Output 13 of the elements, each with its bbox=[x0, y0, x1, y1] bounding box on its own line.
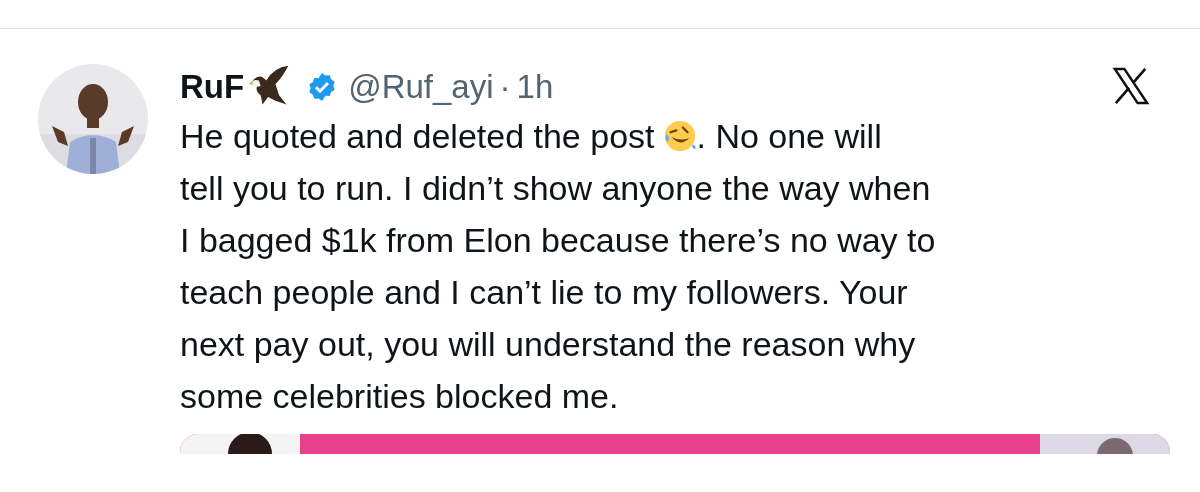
post-text: some celebrities blocked me. bbox=[180, 376, 619, 417]
author-handle: @Ruf_ayi bbox=[348, 68, 494, 106]
post-text: teach people and I can’t lie to my followers. Your bbox=[180, 272, 908, 313]
post-text: tell you to run. I didn’t show anyone the way when bbox=[180, 168, 931, 209]
x-logo-icon[interactable] bbox=[1112, 67, 1150, 105]
author-name[interactable]: RuF bbox=[180, 68, 245, 106]
separator-dot: · bbox=[499, 68, 511, 106]
post-time: 1h bbox=[516, 68, 554, 106]
post-text: . No one will bbox=[696, 116, 882, 157]
post-text: I bagged $1k from Elon because there’s no way to bbox=[180, 220, 936, 261]
post-text: He quoted and deleted the post bbox=[180, 116, 655, 157]
post-text: next pay out, you will understand the reason why bbox=[180, 324, 916, 365]
laughing-face-icon bbox=[662, 119, 697, 153]
